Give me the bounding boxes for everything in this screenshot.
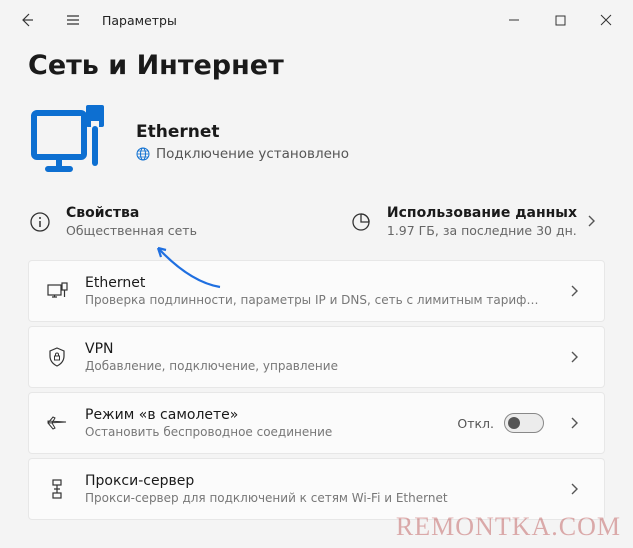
data-usage-title: Использование данных (387, 205, 577, 221)
properties-sub: Общественная сеть (66, 223, 197, 238)
info-icon (28, 211, 52, 233)
setting-vpn[interactable]: VPN Добавление, подключение, управление (28, 326, 605, 388)
proxy-icon (45, 478, 69, 500)
data-usage-icon (349, 211, 373, 233)
setting-airplane-mode[interactable]: Режим «в самолете» Остановить беспроводн… (28, 392, 605, 454)
properties-card[interactable]: Свойства Общественная сеть (28, 205, 349, 238)
properties-title: Свойства (66, 205, 197, 221)
data-usage-card[interactable]: Использование данных 1.97 ГБ, за последн… (349, 205, 577, 238)
minimize-button[interactable] (491, 4, 537, 36)
page-title: Сеть и Интернет (28, 50, 605, 81)
back-button[interactable] (4, 4, 50, 36)
titlebar: Параметры (0, 0, 633, 40)
menu-button[interactable] (50, 4, 96, 36)
chevron-right-icon (560, 480, 588, 499)
ethernet-computer-icon (28, 99, 114, 185)
toggle-label: Откл. (457, 416, 494, 431)
chevron-right-icon (577, 212, 605, 231)
data-usage-sub: 1.97 ГБ, за последние 30 дн. (387, 223, 577, 238)
connection-hero: Ethernet Подключение установлено (28, 99, 605, 185)
chevron-right-icon (560, 414, 588, 433)
airplane-icon (45, 412, 69, 434)
window-title: Параметры (102, 13, 177, 28)
setting-proxy[interactable]: Прокси-сервер Прокси-сервер для подключе… (28, 458, 605, 520)
connection-name: Ethernet (136, 122, 349, 142)
ethernet-icon (45, 280, 69, 302)
shield-lock-icon (45, 346, 69, 368)
maximize-button[interactable] (537, 4, 583, 36)
chevron-right-icon (560, 348, 588, 367)
globe-icon (136, 147, 150, 161)
chevron-right-icon (560, 282, 588, 301)
airplane-toggle[interactable] (504, 413, 544, 433)
connection-status: Подключение установлено (136, 146, 349, 162)
close-button[interactable] (583, 4, 629, 36)
setting-ethernet[interactable]: Ethernet Проверка подлинности, параметры… (28, 260, 605, 322)
